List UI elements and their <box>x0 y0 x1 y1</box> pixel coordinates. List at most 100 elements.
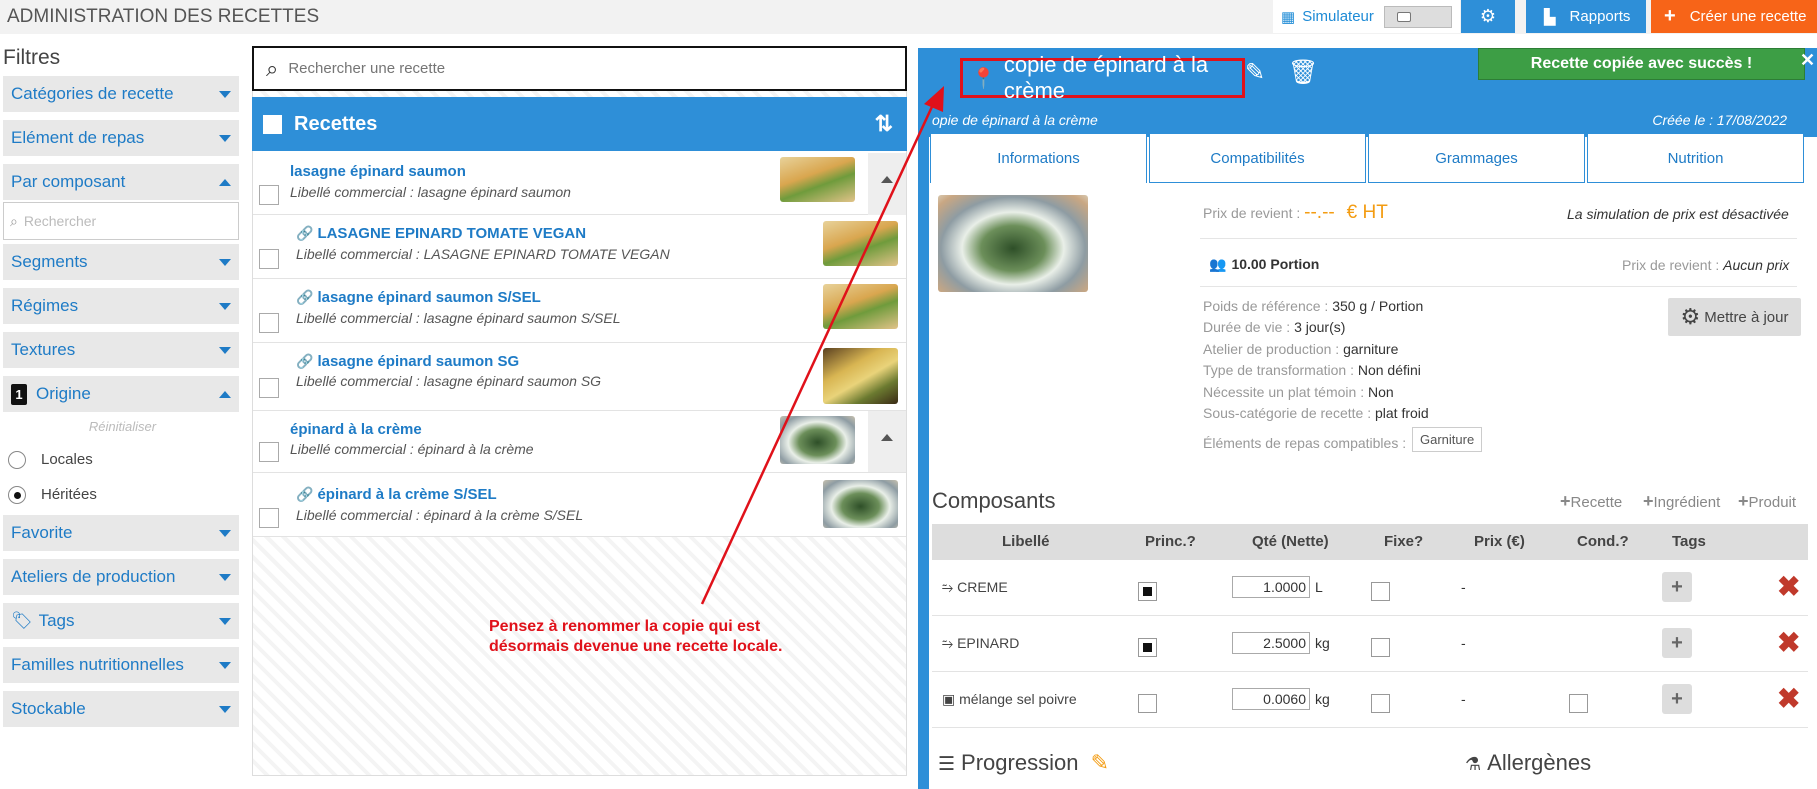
delete-icon[interactable]: ✖ <box>1777 682 1800 715</box>
fixed-checkbox[interactable] <box>1371 582 1390 601</box>
filter-segments[interactable]: Segments <box>3 244 239 280</box>
gear-icon: ⚙ <box>1479 6 1497 26</box>
update-button[interactable]: ⚙ Mettre à jour <box>1668 298 1801 336</box>
row-checkbox[interactable] <box>259 378 279 398</box>
add-ingredient-button[interactable]: +Ingrédient <box>1643 491 1720 512</box>
row-checkbox[interactable] <box>259 313 279 333</box>
table-header: Libellé Princ.? Qté (Nette) Fixe? Prix (… <box>932 524 1808 560</box>
prop-subcategory: Sous-catégorie de recette : plat froid <box>1203 405 1429 421</box>
chevron-down-icon <box>219 259 231 266</box>
main-checkbox[interactable] <box>1138 638 1157 657</box>
chevron-down-icon <box>219 618 231 625</box>
portion-count: 👥 10.00 Portion <box>1209 256 1320 272</box>
main-checkbox[interactable] <box>1138 582 1157 601</box>
chevron-down-icon <box>219 662 231 669</box>
delete-icon[interactable]: ✖ <box>1777 570 1800 603</box>
add-tag-button[interactable]: + <box>1662 572 1692 602</box>
list-item[interactable]: lasagne épinard saumon Libellé commercia… <box>253 151 906 215</box>
reports-button[interactable]: ▙ Rapports <box>1526 0 1646 33</box>
link-icon: 🔗 <box>296 289 314 305</box>
tab-grammages[interactable]: Grammages <box>1368 133 1585 183</box>
simulator-toggle[interactable]: ▦ Simulateur <box>1273 0 1460 33</box>
filter-storable[interactable]: Stockable <box>3 691 239 727</box>
radio-button[interactable] <box>8 450 26 469</box>
list-item[interactable]: 🔗 épinard à la crème S/SEL Libellé commer… <box>253 473 906 537</box>
flask-icon: ⚗ <box>1465 754 1482 774</box>
fixed-checkbox[interactable] <box>1371 694 1390 713</box>
recipe-search-input[interactable] <box>288 60 869 77</box>
filter-tags[interactable]: 🏷 Tags <box>3 603 239 639</box>
filter-by-component[interactable]: Par composant <box>3 164 239 200</box>
row-checkbox[interactable] <box>259 508 279 528</box>
prop-reference-weight: Poids de référence : 350 g / Portion <box>1203 298 1424 314</box>
scroll-up-button[interactable] <box>868 411 906 472</box>
close-icon[interactable]: ✕ <box>1800 50 1815 71</box>
filter-textures[interactable]: Textures <box>3 332 239 368</box>
select-all-checkbox[interactable] <box>263 114 282 134</box>
add-tag-button[interactable]: + <box>1662 684 1692 714</box>
prop-transformation: Type de transformation : Non défini <box>1203 362 1421 378</box>
calculator-icon: ▦ <box>1281 8 1296 26</box>
add-recipe-button[interactable]: +Recette <box>1560 491 1622 512</box>
quantity-input[interactable]: 1.0000 <box>1232 576 1310 598</box>
quantity-input[interactable]: 2.5000 <box>1232 632 1310 654</box>
filter-categories[interactable]: Catégories de recette <box>3 76 239 112</box>
chevron-down-icon <box>219 530 231 537</box>
settings-button[interactable]: ⚙ <box>1461 0 1515 33</box>
detail-tabs: Informations Compatibilités Grammages Nu… <box>930 133 1806 183</box>
recipe-search[interactable]: ⌕ <box>252 46 907 91</box>
recipe-thumbnail <box>780 416 855 464</box>
radio-button[interactable] <box>8 485 26 504</box>
origin-radio-local[interactable]: Locales <box>0 442 245 477</box>
tab-nutrition[interactable]: Nutrition <box>1587 133 1804 183</box>
chevron-down-icon <box>219 135 231 142</box>
add-tag-button[interactable]: + <box>1662 628 1692 658</box>
filter-favorite[interactable]: Favorite <box>3 515 239 551</box>
recipe-subtitle: opie de épinard à la crème <box>932 112 1098 128</box>
edit-pencil-icon[interactable]: ✎ <box>1091 750 1109 775</box>
cond-checkbox[interactable] <box>1569 694 1588 713</box>
tab-informations[interactable]: Informations <box>930 133 1147 183</box>
list-item[interactable]: 🔗 lasagne épinard saumon SG Libellé comme… <box>253 343 906 411</box>
row-checkbox[interactable] <box>259 249 279 269</box>
chevron-down-icon <box>219 303 231 310</box>
trash-icon[interactable]: 🗑 <box>1288 58 1318 87</box>
table-row: ▣ mélange sel poivre 0.0060 kg - + ✖ <box>932 672 1808 728</box>
main-checkbox[interactable] <box>1138 694 1157 713</box>
chevron-down-icon <box>219 574 231 581</box>
list-item[interactable]: 🔗 lasagne épinard saumon S/SEL Libellé co… <box>253 279 906 343</box>
annotation-note: Pensez à renommer la copie qui est désor… <box>489 618 783 655</box>
filter-meal-element[interactable]: Elément de repas <box>3 120 239 156</box>
tab-compatibilites[interactable]: Compatibilités <box>1149 133 1366 183</box>
filters-title: Filtres <box>3 46 61 69</box>
filter-workshops[interactable]: Ateliers de production <box>3 559 239 595</box>
origin-radio-inherited[interactable]: Héritées <box>0 477 245 512</box>
recipe-thumbnail <box>823 480 898 528</box>
row-checkbox[interactable] <box>259 185 279 205</box>
filter-diets[interactable]: Régimes <box>3 288 239 324</box>
row-checkbox[interactable] <box>259 442 279 462</box>
filters-panel: Filtres Catégories de recette Elément de… <box>0 46 245 727</box>
cost-price-2: Prix de revient : Aucun prix <box>1622 257 1790 273</box>
fixed-checkbox[interactable] <box>1371 638 1390 657</box>
link-icon: 🔗 <box>296 353 314 369</box>
filter-nutrition-families[interactable]: Familles nutritionnelles <box>3 647 239 683</box>
toggle-switch[interactable] <box>1383 5 1452 28</box>
quantity-input[interactable]: 0.0060 <box>1232 688 1310 710</box>
recipe-photo <box>938 195 1088 292</box>
delete-icon[interactable]: ✖ <box>1777 626 1800 659</box>
sort-icon[interactable]: ⇅ <box>875 111 893 137</box>
filter-origin[interactable]: 1 Origine <box>3 376 239 412</box>
recipe-title[interactable]: 📍 copie de épinard à la crème <box>960 52 1245 103</box>
create-recipe-button[interactable]: + Créer une recette <box>1651 0 1817 33</box>
list-item[interactable]: épinard à la crème Libellé commercial : … <box>253 411 906 473</box>
add-product-button[interactable]: +Produit <box>1738 491 1796 512</box>
scroll-up-button[interactable] <box>868 153 906 215</box>
edit-pencil-icon[interactable]: ✎ <box>1245 58 1265 87</box>
prop-witness-dish: Nécessite un plat témoin : Non <box>1203 384 1394 400</box>
component-search-input[interactable]: ⌕ Rechercher <box>3 202 239 240</box>
ingredient-icon: ⥲ <box>942 635 958 651</box>
progression-title: ☰ Progression ✎ <box>938 750 1109 775</box>
reset-link[interactable]: Réinitialiser <box>0 412 245 442</box>
list-item[interactable]: 🔗 LASAGNE EPINARD TOMATE VEGAN Libellé co… <box>253 215 906 279</box>
